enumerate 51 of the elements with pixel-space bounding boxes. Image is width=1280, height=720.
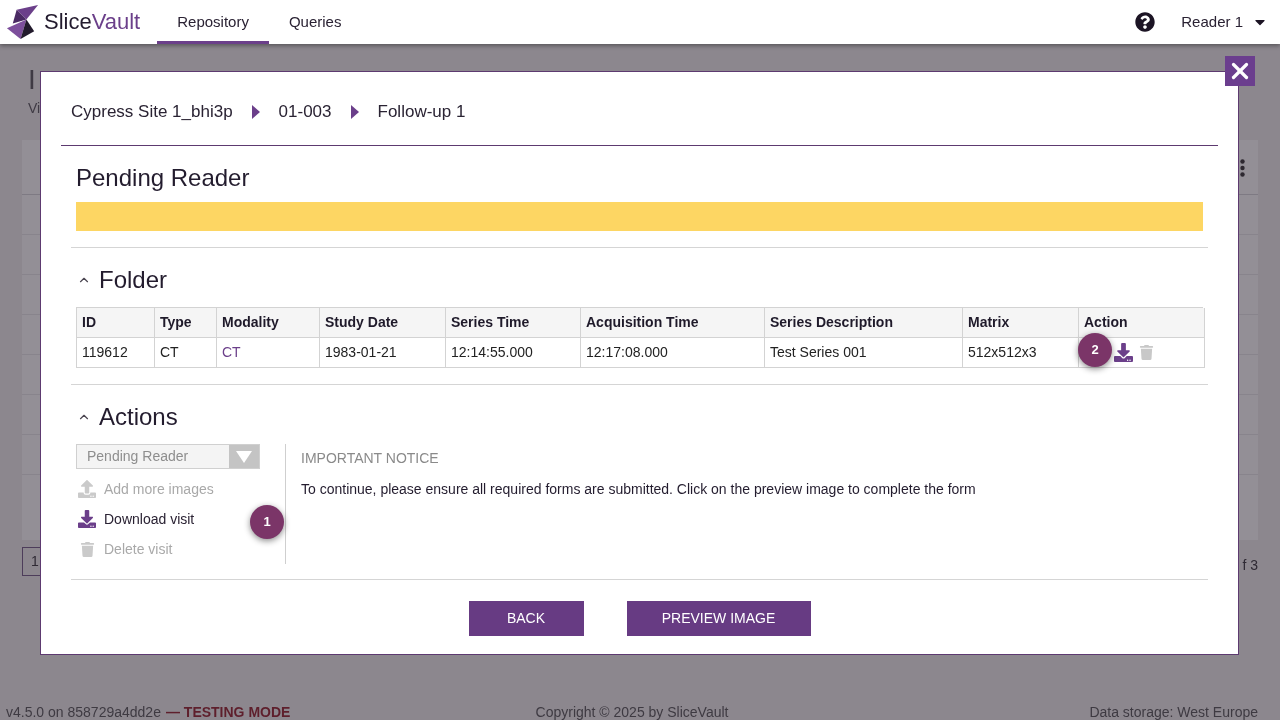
nav-tab[interactable]: Repository [157, 0, 269, 44]
table-cell: CT [155, 338, 217, 368]
page-count: f 3 [1242, 556, 1258, 575]
upload-icon [78, 480, 96, 498]
download-icon[interactable] [1114, 343, 1133, 362]
section-title: Actions [99, 402, 178, 432]
table-cell: 119612 [77, 338, 155, 368]
testing-mode-label: — TESTING MODE [165, 704, 291, 720]
breadcrumb-link[interactable]: Follow-up 1 [377, 100, 466, 124]
breadcrumb-link[interactable]: 01-003 [278, 100, 332, 124]
page-title: I [28, 63, 36, 97]
table-header-cell: ID [77, 308, 155, 338]
breadcrumb-separator-icon [350, 105, 359, 119]
back-button[interactable]: BACK [468, 601, 584, 636]
table-header-cell: Series Time [446, 308, 581, 338]
user-menu[interactable]: Reader 1 [1181, 10, 1268, 34]
close-button[interactable] [1225, 56, 1255, 86]
table-header-cell: Matrix [963, 308, 1079, 338]
help-icon[interactable] [1135, 12, 1156, 32]
preview-image-button[interactable]: PREVIEW IMAGE [626, 601, 811, 636]
table-cell: 12:14:55.000 [446, 338, 581, 368]
status-title: Pending Reader [76, 163, 250, 193]
page-subtitle: Vi [28, 99, 41, 118]
nav-tab[interactable]: Queries [268, 0, 362, 44]
modality-link[interactable]: CT [222, 342, 241, 363]
logo-wordmark: SliceVault [44, 11, 141, 33]
section-title: Folder [99, 265, 168, 295]
breadcrumb-separator-icon [251, 105, 260, 119]
table-header-cell: Action [1079, 308, 1205, 338]
table-header-cell: Study Date [320, 308, 446, 338]
data-storage-text: Data storage: West Europe [1089, 704, 1258, 720]
table-cell: 12:17:08.000 [581, 338, 765, 368]
tour-step-badge[interactable]: 1 [250, 505, 284, 539]
table-header-cell: Type [155, 308, 217, 338]
notice-message: To continue, please ensure all required forms are submitted. Click on the preview image to complete the form [301, 480, 976, 499]
dropdown-caret-icon [236, 450, 252, 463]
table-cell: 1983-01-21 [320, 338, 446, 368]
table-header-cell: Series Description [765, 308, 963, 338]
logo-icon [5, 4, 40, 40]
breadcrumb-link[interactable]: Cypress Site 1_bhi3p [71, 100, 233, 124]
action-menu-item[interactable]: Download visit [76, 504, 195, 534]
kebab-menu-icon[interactable] [1240, 159, 1245, 177]
download-icon [78, 510, 96, 528]
table-header-cell: Acquisition Time [581, 308, 765, 338]
table-cell: 512x512x3 [963, 338, 1079, 368]
table-header-cell: Modality [217, 308, 320, 338]
notice-title: IMPORTANT NOTICE [301, 449, 439, 468]
copyright-text: Copyright © 2025 by SliceVault [535, 704, 729, 720]
table-cell: Test Series 001 [765, 338, 963, 368]
trash-icon [79, 541, 95, 557]
version-text: v4.5.0 on 858729a4dd2e [6, 704, 161, 720]
